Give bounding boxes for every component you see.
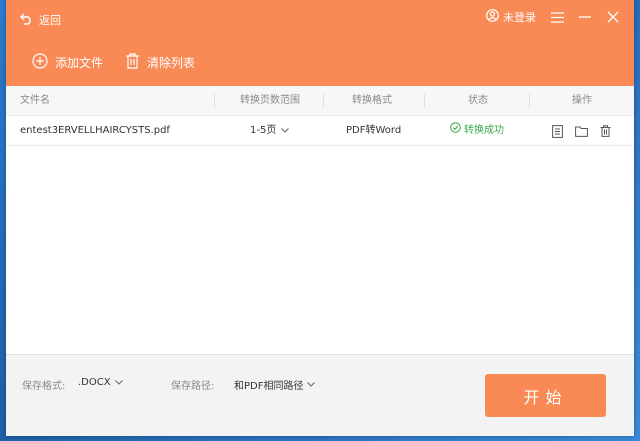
close-button[interactable] [606,10,620,24]
save-path-dropdown[interactable]: 和PDF相同路径 [234,377,316,392]
delete-row-button[interactable] [600,125,611,137]
trash-icon [600,125,611,137]
back-button[interactable]: 返回 [19,10,61,29]
plus-circle-icon [32,53,48,72]
clear-list-button[interactable]: 清除列表 [125,53,195,72]
footer-bar: 保存格式: .DOCX 保存路径: 和PDF相同路径 开始 [6,354,634,436]
column-header-status: 状态 [468,95,488,106]
login-label: 未登录 [503,11,536,24]
chevron-down-icon [307,379,316,390]
column-header-filename: 文件名 [20,95,50,106]
column-divider [214,94,215,108]
open-document-button[interactable] [552,124,563,138]
hamburger-menu-icon [550,8,564,27]
add-file-button[interactable]: 添加文件 [32,53,103,72]
column-divider [529,94,530,108]
menu-button[interactable] [550,10,564,24]
chevron-down-icon [281,116,290,146]
page-range-value: 1-5页 [250,125,277,136]
minimize-button[interactable] [578,10,592,24]
column-header-actions: 操作 [572,95,592,106]
add-file-label: 添加文件 [55,56,104,70]
column-divider [323,94,324,108]
table-row: entest3ERVELLHAIRCYSTS.pdf 1-5页 PDF转Word… [6,116,634,146]
trash-icon [125,53,140,72]
login-button[interactable]: 未登录 [486,9,536,25]
column-header-pages: 转换页数范围 [240,95,300,106]
start-button[interactable]: 开始 [485,374,606,417]
save-format-label: 保存格式: [22,381,66,392]
minimize-icon [579,8,591,27]
column-divider [424,94,425,108]
window-controls: 未登录 [486,9,620,25]
table-header: 文件名 转换页数范围 转换格式 状态 操作 [6,86,634,116]
file-name: entest3ERVELLHAIRCYSTS.pdf [20,125,170,136]
check-circle-icon [450,116,461,146]
close-icon [607,8,619,27]
save-format-dropdown[interactable]: .DOCX [78,377,123,388]
status-text: 转换成功 [464,125,504,136]
app-window: 返回 未登录 添加文件 清除列表 文件名 转换页数范围 转换格式 状态 操作 e… [6,0,634,436]
open-folder-button[interactable] [575,126,588,137]
save-path-value: 和PDF相同路径 [234,381,304,392]
column-header-format: 转换格式 [352,95,392,106]
chevron-down-icon [114,377,123,388]
save-path-label: 保存路径: [171,381,215,392]
clear-list-label: 清除列表 [147,56,196,70]
folder-icon [575,126,588,137]
document-icon [552,124,563,138]
back-label: 返回 [39,13,61,27]
user-icon [486,9,499,25]
back-arrow-icon [19,10,33,29]
conversion-format: PDF转Word [346,125,402,136]
header-bar: 返回 未登录 添加文件 清除列表 [6,0,634,86]
status-badge: 转换成功 [450,116,504,146]
row-actions [552,116,611,146]
save-format-value: .DOCX [78,377,111,388]
toolbar: 添加文件 清除列表 [32,53,195,72]
page-range-dropdown[interactable]: 1-5页 [250,116,290,146]
